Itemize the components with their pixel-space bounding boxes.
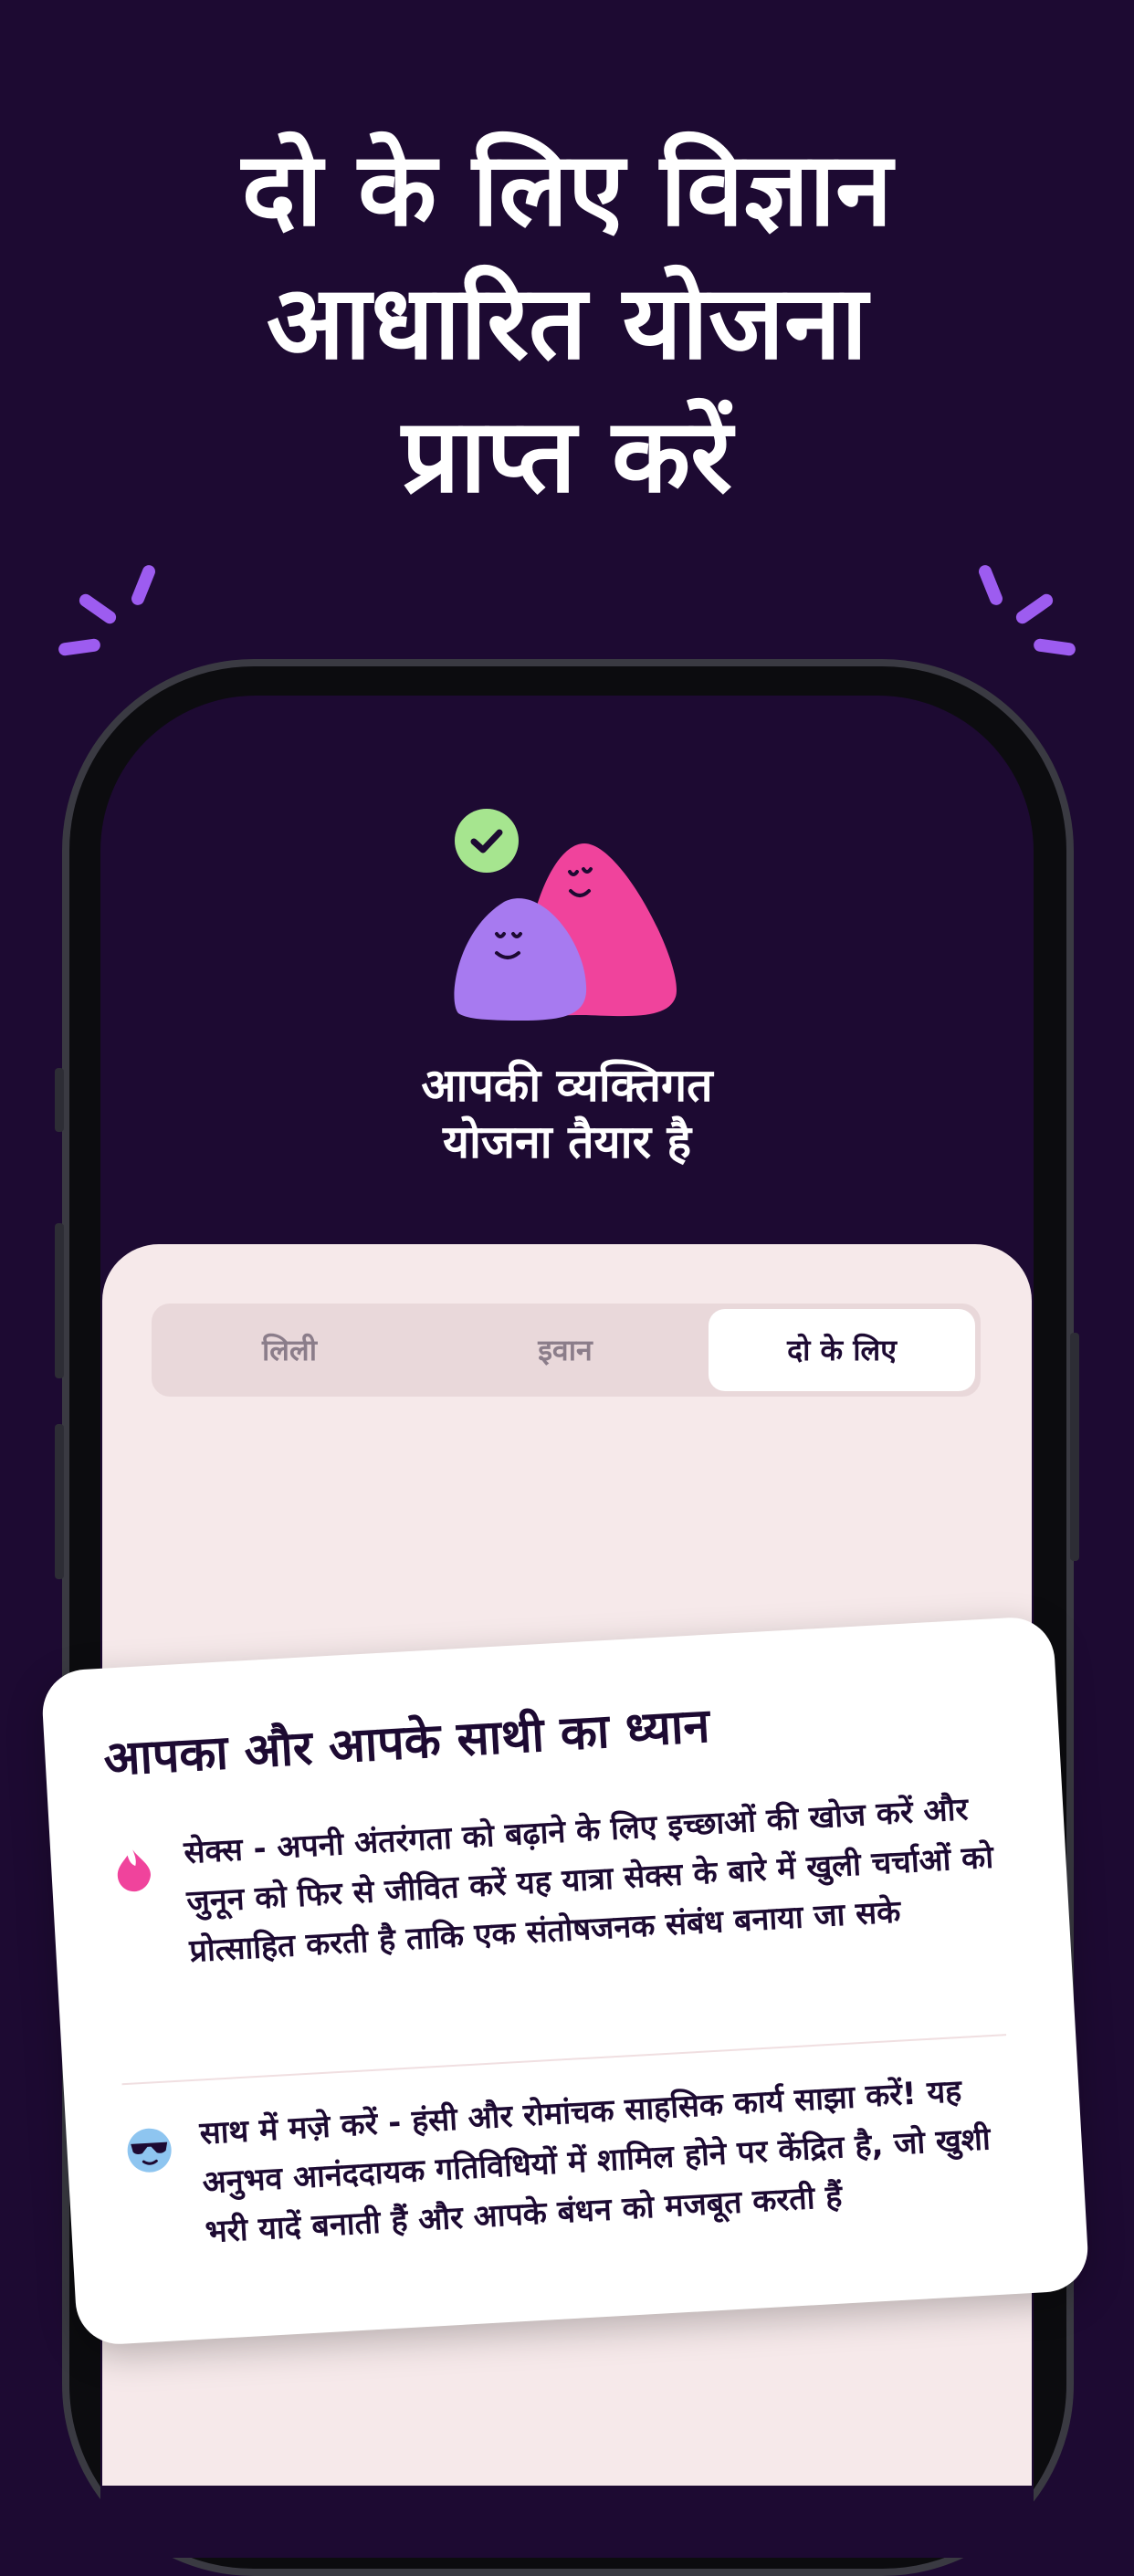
sparkle-left-3 bbox=[58, 637, 101, 657]
phone-volume-down bbox=[55, 1424, 64, 1579]
couple-blobs-icon bbox=[454, 843, 677, 1021]
tab-lily[interactable]: लिली bbox=[152, 1304, 427, 1397]
plan-title-line-2: योजना तैयार है bbox=[442, 1115, 691, 1168]
focus-item-sex-text: सेक्स - अपनी अंतरंगता को बढ़ाने के लिए इ… bbox=[183, 1791, 995, 1970]
plan-title-line-1: आपकी व्यक्तिगत bbox=[421, 1059, 713, 1112]
phone-power-button bbox=[1070, 1333, 1079, 1561]
sparkle-right-1 bbox=[976, 563, 1005, 607]
headline: दो के लिए विज्ञान आधारित योजना प्राप्त क… bbox=[0, 123, 1134, 523]
sparkle-left-2 bbox=[77, 592, 119, 626]
sparkle-left-1 bbox=[129, 563, 158, 607]
focus-card: आपका और आपके साथी का ध्यान सेक्स - अपनी … bbox=[40, 1615, 1090, 2347]
cool-face-icon bbox=[127, 2128, 172, 2173]
sparkle-right-3 bbox=[1033, 637, 1076, 657]
tab-for-two-label: दो के लिए bbox=[787, 1333, 897, 1367]
tab-for-two[interactable]: दो के लिए bbox=[709, 1309, 975, 1391]
focus-card-title: आपका और आपके साथी का ध्यान bbox=[102, 1698, 711, 1787]
phone-volume-up bbox=[55, 1223, 64, 1378]
focus-item-fun-text: साथ में मज़े करें - हंसी और रोमांचक साहस… bbox=[198, 2072, 992, 2251]
flame-icon bbox=[117, 1849, 151, 1892]
headline-line-2: आधारित योजना bbox=[266, 264, 868, 382]
focus-item-sex: सेक्स - अपनी अंतरंगता को बढ़ाने के लिए इ… bbox=[108, 1782, 1010, 1970]
tab-ivan-label: इवान bbox=[538, 1333, 593, 1367]
sparkle-right-2 bbox=[1013, 592, 1055, 626]
partner-segmented-control: लिली इवान दो के लिए bbox=[152, 1304, 981, 1397]
plan-ready-title: आपकी व्यक्तिगत योजना तैयार है bbox=[274, 1057, 860, 1170]
focus-item-fun: साथ में मज़े करें - हंसी और रोमांचक साहस… bbox=[123, 2063, 1025, 2250]
phone-side-button bbox=[55, 1068, 64, 1132]
tab-lily-label: लिली bbox=[262, 1333, 317, 1367]
tab-ivan[interactable]: इवान bbox=[427, 1304, 703, 1397]
headline-line-3: प्राप्त करें bbox=[402, 397, 732, 516]
headline-line-1: दो के लिए विज्ञान bbox=[241, 131, 893, 249]
